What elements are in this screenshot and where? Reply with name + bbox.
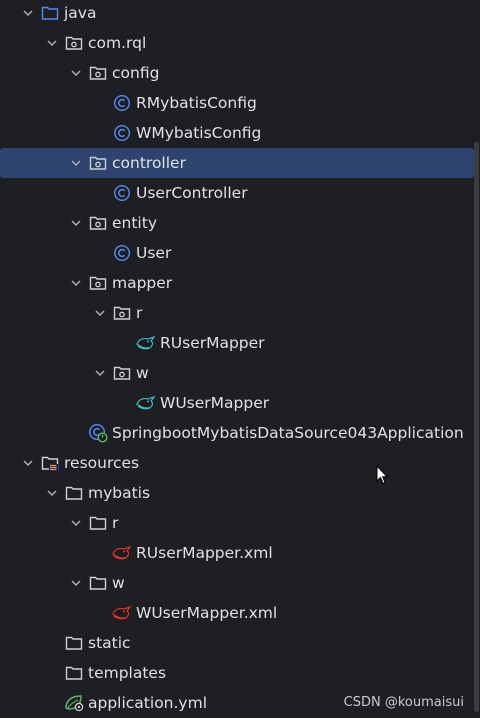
tree-row-label: RMybatisConfig <box>136 94 257 112</box>
tree-row-user[interactable]: User <box>0 238 474 268</box>
tree-row-r[interactable]: r <box>0 298 474 328</box>
tree-row-label: controller <box>112 154 186 172</box>
tree-row-wmybatisconfig[interactable]: WMybatisConfig <box>0 118 474 148</box>
chevron-down-icon[interactable] <box>69 276 83 290</box>
package-icon <box>87 274 109 292</box>
tree-row-rusermapper[interactable]: RUserMapper <box>0 328 474 358</box>
mybatis-mapper-icon <box>135 394 157 412</box>
package-icon <box>111 304 133 322</box>
java-class-icon <box>111 94 133 112</box>
mouse-cursor-icon <box>376 464 389 489</box>
tree-row-label: entity <box>112 214 157 232</box>
resources-folder-icon <box>39 454 61 472</box>
tree-row-label: w <box>112 574 125 592</box>
chevron-down-icon[interactable] <box>69 156 83 170</box>
tree-row-static[interactable]: static <box>0 628 474 658</box>
java-class-icon <box>111 184 133 202</box>
tree-row-r[interactable]: r <box>0 508 474 538</box>
tree-row-label: w <box>136 364 149 382</box>
tree-row-label: r <box>112 514 119 532</box>
tree-row-entity[interactable]: entity <box>0 208 474 238</box>
spring-boot-class-icon <box>87 423 109 443</box>
chevron-down-icon[interactable] <box>69 66 83 80</box>
tree-row-w[interactable]: w <box>0 568 474 598</box>
java-class-icon <box>111 124 133 142</box>
package-icon <box>87 214 109 232</box>
chevron-down-icon[interactable] <box>69 516 83 530</box>
folder-icon <box>87 514 109 532</box>
folder-icon <box>87 574 109 592</box>
tree-row-w[interactable]: w <box>0 358 474 388</box>
tree-row-label: static <box>88 634 131 652</box>
chevron-down-icon[interactable] <box>21 6 35 20</box>
watermark: CSDN @koumaisui <box>343 695 464 710</box>
folder-icon <box>63 664 85 682</box>
tree-row-label: java <box>64 4 97 22</box>
tree-row-label: config <box>112 64 160 82</box>
tree-row-label: WMybatisConfig <box>136 124 262 142</box>
source-folder-icon <box>39 4 61 22</box>
tree-row-templates[interactable]: templates <box>0 658 474 688</box>
chevron-down-icon[interactable] <box>69 576 83 590</box>
tree-row-label: UserController <box>136 184 248 202</box>
mybatis-xml-icon <box>111 604 133 622</box>
tree-row-wusermapper[interactable]: WUserMapper <box>0 388 474 418</box>
package-icon <box>63 34 85 52</box>
tree-row-label: resources <box>64 454 140 472</box>
package-icon <box>111 364 133 382</box>
tree-row-label: mybatis <box>88 484 151 502</box>
tree-row-controller[interactable]: controller <box>0 148 474 178</box>
chevron-down-icon[interactable] <box>45 36 59 50</box>
folder-icon <box>63 484 85 502</box>
tree-row-wusermapper-xml[interactable]: WUserMapper.xml <box>0 598 474 628</box>
tree-row-label: WUserMapper <box>160 394 270 412</box>
mybatis-xml-icon <box>111 544 133 562</box>
tree-row-label: SpringbootMybatisDataSource043Applicatio… <box>112 424 464 442</box>
package-icon <box>87 64 109 82</box>
tree-row-rmybatisconfig[interactable]: RMybatisConfig <box>0 88 474 118</box>
tree-row-label: WUserMapper.xml <box>136 604 278 622</box>
spring-config-icon <box>63 694 85 712</box>
tree-row-label: com.rql <box>88 34 147 52</box>
tree-row-label: RUserMapper <box>160 334 265 352</box>
folder-icon <box>63 634 85 652</box>
tree-row-label: RUserMapper.xml <box>136 544 273 562</box>
mybatis-mapper-icon <box>135 334 157 352</box>
tree-row-config[interactable]: config <box>0 58 474 88</box>
tree-row-label: application.yml <box>88 694 208 712</box>
chevron-down-icon[interactable] <box>93 366 107 380</box>
tree-row-springbootmybatisdatasource043application[interactable]: SpringbootMybatisDataSource043Applicatio… <box>0 418 474 448</box>
tree-row-com-rql[interactable]: com.rql <box>0 28 474 58</box>
tree-row-label: mapper <box>112 274 173 292</box>
tree-row-java[interactable]: java <box>0 0 474 28</box>
chevron-down-icon[interactable] <box>69 216 83 230</box>
chevron-down-icon[interactable] <box>93 306 107 320</box>
chevron-down-icon[interactable] <box>21 456 35 470</box>
vertical-scrollbar[interactable] <box>474 142 479 712</box>
tree-row-mybatis[interactable]: mybatis <box>0 478 474 508</box>
tree-row-mapper[interactable]: mapper <box>0 268 474 298</box>
tree-row-label: User <box>136 244 172 262</box>
tree-row-usercontroller[interactable]: UserController <box>0 178 474 208</box>
chevron-down-icon[interactable] <box>45 486 59 500</box>
package-icon <box>87 154 109 172</box>
tree-row-rusermapper-xml[interactable]: RUserMapper.xml <box>0 538 474 568</box>
tree-row-label: r <box>136 304 143 322</box>
java-class-icon <box>111 244 133 262</box>
tree-row-resources[interactable]: resources <box>0 448 474 478</box>
tree-row-label: templates <box>88 664 167 682</box>
